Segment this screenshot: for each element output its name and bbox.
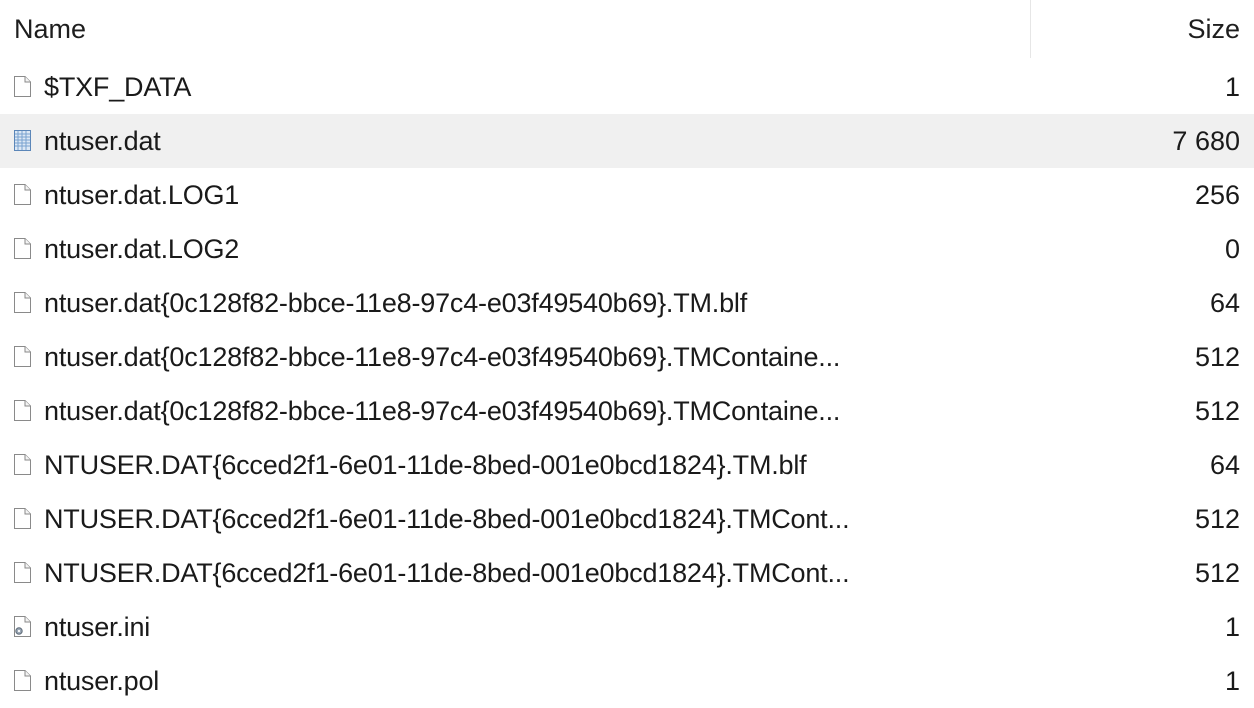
file-row[interactable]: NTUSER.DAT{6cced2f1-6e01-11de-8bed-001e0…	[0, 438, 1254, 492]
file-name: ntuser.dat{0c128f82-bbce-11e8-97c4-e03f4…	[44, 342, 841, 372]
file-row[interactable]: NTUSER.DAT{6cced2f1-6e01-11de-8bed-001e0…	[0, 492, 1254, 546]
file-name: ntuser.dat.LOG2	[44, 234, 240, 264]
file-name: ntuser.ini	[44, 612, 151, 642]
file-row[interactable]: NTUSER.DAT{6cced2f1-6e01-11de-8bed-001e0…	[0, 546, 1254, 600]
file-size: 1	[1224, 612, 1240, 642]
file-size: 1	[1224, 72, 1240, 102]
file-row[interactable]: ntuser.dat.LOG2 0	[0, 222, 1254, 276]
file-icon	[14, 508, 31, 529]
file-row[interactable]: ntuser.dat 7 680	[0, 114, 1254, 168]
column-header-size[interactable]: Size	[1187, 14, 1240, 45]
registry-hive-icon	[14, 130, 31, 151]
column-header: Name Size	[0, 0, 1254, 60]
file-row[interactable]: ntuser.dat{0c128f82-bbce-11e8-97c4-e03f4…	[0, 384, 1254, 438]
file-size: 0	[1224, 234, 1240, 264]
file-name: ntuser.dat{0c128f82-bbce-11e8-97c4-e03f4…	[44, 396, 841, 426]
file-row[interactable]: ntuser.pol 1	[0, 654, 1254, 708]
file-icon	[14, 400, 31, 421]
file-size: 512	[1194, 504, 1240, 534]
file-row[interactable]: $TXF_DATA 1	[0, 60, 1254, 114]
file-name: ntuser.dat.LOG1	[44, 180, 240, 210]
file-icon	[14, 238, 31, 259]
file-size: 7 680	[1172, 126, 1240, 156]
file-size: 64	[1209, 288, 1240, 318]
file-icon	[14, 76, 31, 97]
file-row[interactable]: ntuser.dat.LOG1 256	[0, 168, 1254, 222]
column-divider[interactable]	[1030, 0, 1031, 58]
file-icon	[14, 184, 31, 205]
file-size: 512	[1194, 342, 1240, 372]
file-name: NTUSER.DAT{6cced2f1-6e01-11de-8bed-001e0…	[44, 558, 850, 588]
file-size: 256	[1194, 180, 1240, 210]
file-size: 1	[1224, 666, 1240, 696]
file-name: NTUSER.DAT{6cced2f1-6e01-11de-8bed-001e0…	[44, 450, 807, 480]
file-name: ntuser.dat{0c128f82-bbce-11e8-97c4-e03f4…	[44, 288, 748, 318]
file-name: ntuser.dat	[44, 126, 161, 156]
file-icon	[14, 670, 31, 691]
file-icon	[14, 562, 31, 583]
file-size: 64	[1209, 450, 1240, 480]
column-header-name[interactable]: Name	[14, 14, 86, 45]
file-row[interactable]: ntuser.dat{0c128f82-bbce-11e8-97c4-e03f4…	[0, 276, 1254, 330]
file-name: NTUSER.DAT{6cced2f1-6e01-11de-8bed-001e0…	[44, 504, 850, 534]
file-list: $TXF_DATA 1 ntuser.dat 7 680 ntuser.dat.…	[0, 60, 1254, 708]
file-size: 512	[1194, 396, 1240, 426]
file-icon	[14, 292, 31, 313]
file-icon	[14, 346, 31, 367]
file-row[interactable]: ntuser.ini 1	[0, 600, 1254, 654]
file-size: 512	[1194, 558, 1240, 588]
settings-file-icon	[14, 616, 31, 637]
file-icon	[14, 454, 31, 475]
file-name: $TXF_DATA	[44, 72, 192, 102]
file-row[interactable]: ntuser.dat{0c128f82-bbce-11e8-97c4-e03f4…	[0, 330, 1254, 384]
file-name: ntuser.pol	[44, 666, 160, 696]
